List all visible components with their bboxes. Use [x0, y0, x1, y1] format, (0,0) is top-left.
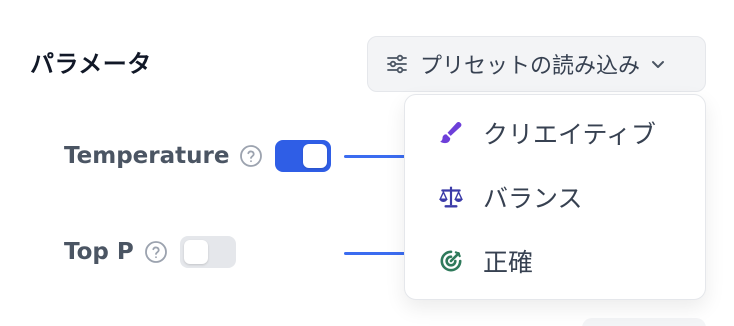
temperature-slider-track[interactable]	[344, 155, 406, 158]
load-preset-label: プリセットの読み込み	[420, 54, 641, 79]
load-preset-button[interactable]: プリセットの読み込み	[367, 36, 706, 92]
preset-item-label: クリエイティブ	[483, 120, 657, 149]
top-p-label: Top P	[64, 239, 134, 265]
brush-icon	[437, 119, 465, 147]
temperature-toggle[interactable]	[275, 140, 332, 172]
preset-item-label: 正確	[483, 248, 534, 277]
top-p-row: Top P	[64, 236, 236, 268]
temperature-row: Temperature	[64, 140, 332, 172]
preset-item-balanced[interactable]: バランス	[405, 165, 705, 229]
section-title: パラメータ	[30, 50, 152, 78]
target-icon	[437, 247, 465, 275]
preset-item-precise[interactable]: 正確	[405, 229, 705, 293]
temperature-label: Temperature	[64, 143, 230, 169]
toggle-knob	[183, 240, 208, 264]
preset-dropdown-menu: クリエイティブ バランス 正確	[404, 94, 706, 300]
top-p-toggle[interactable]	[179, 236, 236, 268]
question-circle-icon[interactable]	[239, 144, 263, 168]
preset-item-creative[interactable]: クリエイティブ	[405, 101, 705, 165]
chevron-down-icon	[650, 56, 666, 72]
parameters-panel: パラメータ プリセットの読み込み Temperature Top P クリエイテ…	[0, 0, 734, 326]
scale-icon	[437, 183, 465, 211]
partial-button[interactable]	[582, 318, 706, 326]
toggle-knob	[303, 144, 328, 168]
top-p-slider-track[interactable]	[344, 252, 406, 255]
question-circle-icon[interactable]	[144, 240, 168, 264]
preset-item-label: バランス	[483, 184, 583, 213]
sliders-icon	[384, 51, 410, 77]
